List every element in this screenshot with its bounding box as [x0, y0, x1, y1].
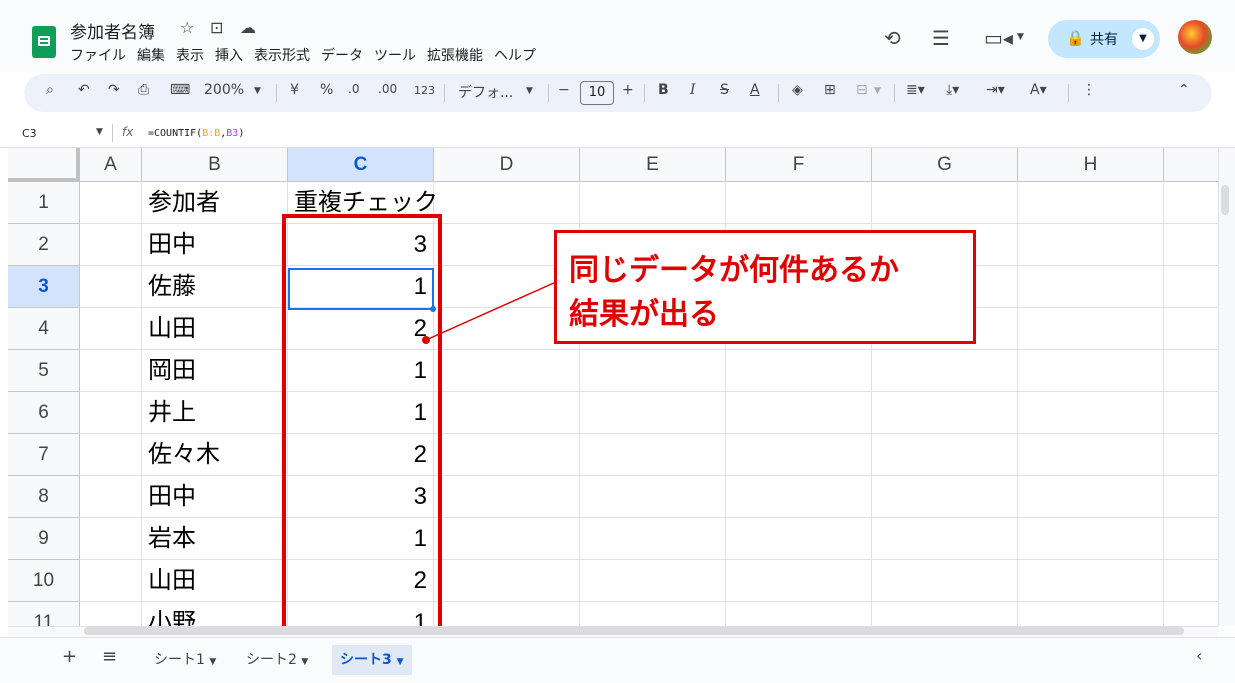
callout-pointer-dot: [422, 336, 430, 344]
all-sheets-icon[interactable]: ≡: [102, 646, 117, 667]
sheet-tab-caret-icon[interactable]: ▼: [397, 657, 404, 667]
sheet-tab-3[interactable]: シート3 ▼: [332, 645, 412, 675]
sheet-tab-label: シート1: [154, 652, 205, 668]
vertical-scrollbar[interactable]: [1218, 148, 1235, 626]
sheet-tab-label: シート3: [340, 652, 392, 668]
callout-text-line1: 同じデータが何件あるか: [569, 253, 899, 288]
callout-annotation: 同じデータが何件あるか 結果が出る: [554, 230, 976, 344]
collapse-side-panel-icon[interactable]: ‹: [1196, 646, 1202, 665]
sheet-tab-2[interactable]: シート2 ▼: [238, 645, 316, 675]
add-sheet-icon[interactable]: +: [62, 646, 77, 667]
sheet-tab-1[interactable]: シート1 ▼: [146, 645, 224, 675]
sheet-tab-caret-icon[interactable]: ▼: [209, 657, 216, 667]
vertical-scrollbar-thumb[interactable]: [1221, 185, 1229, 215]
callout-text-line2: 結果が出る: [569, 297, 719, 332]
sheet-tab-caret-icon[interactable]: ▼: [301, 657, 308, 667]
horizontal-scrollbar-thumb[interactable]: [84, 627, 1184, 635]
sheet-tab-label: シート2: [246, 652, 297, 668]
